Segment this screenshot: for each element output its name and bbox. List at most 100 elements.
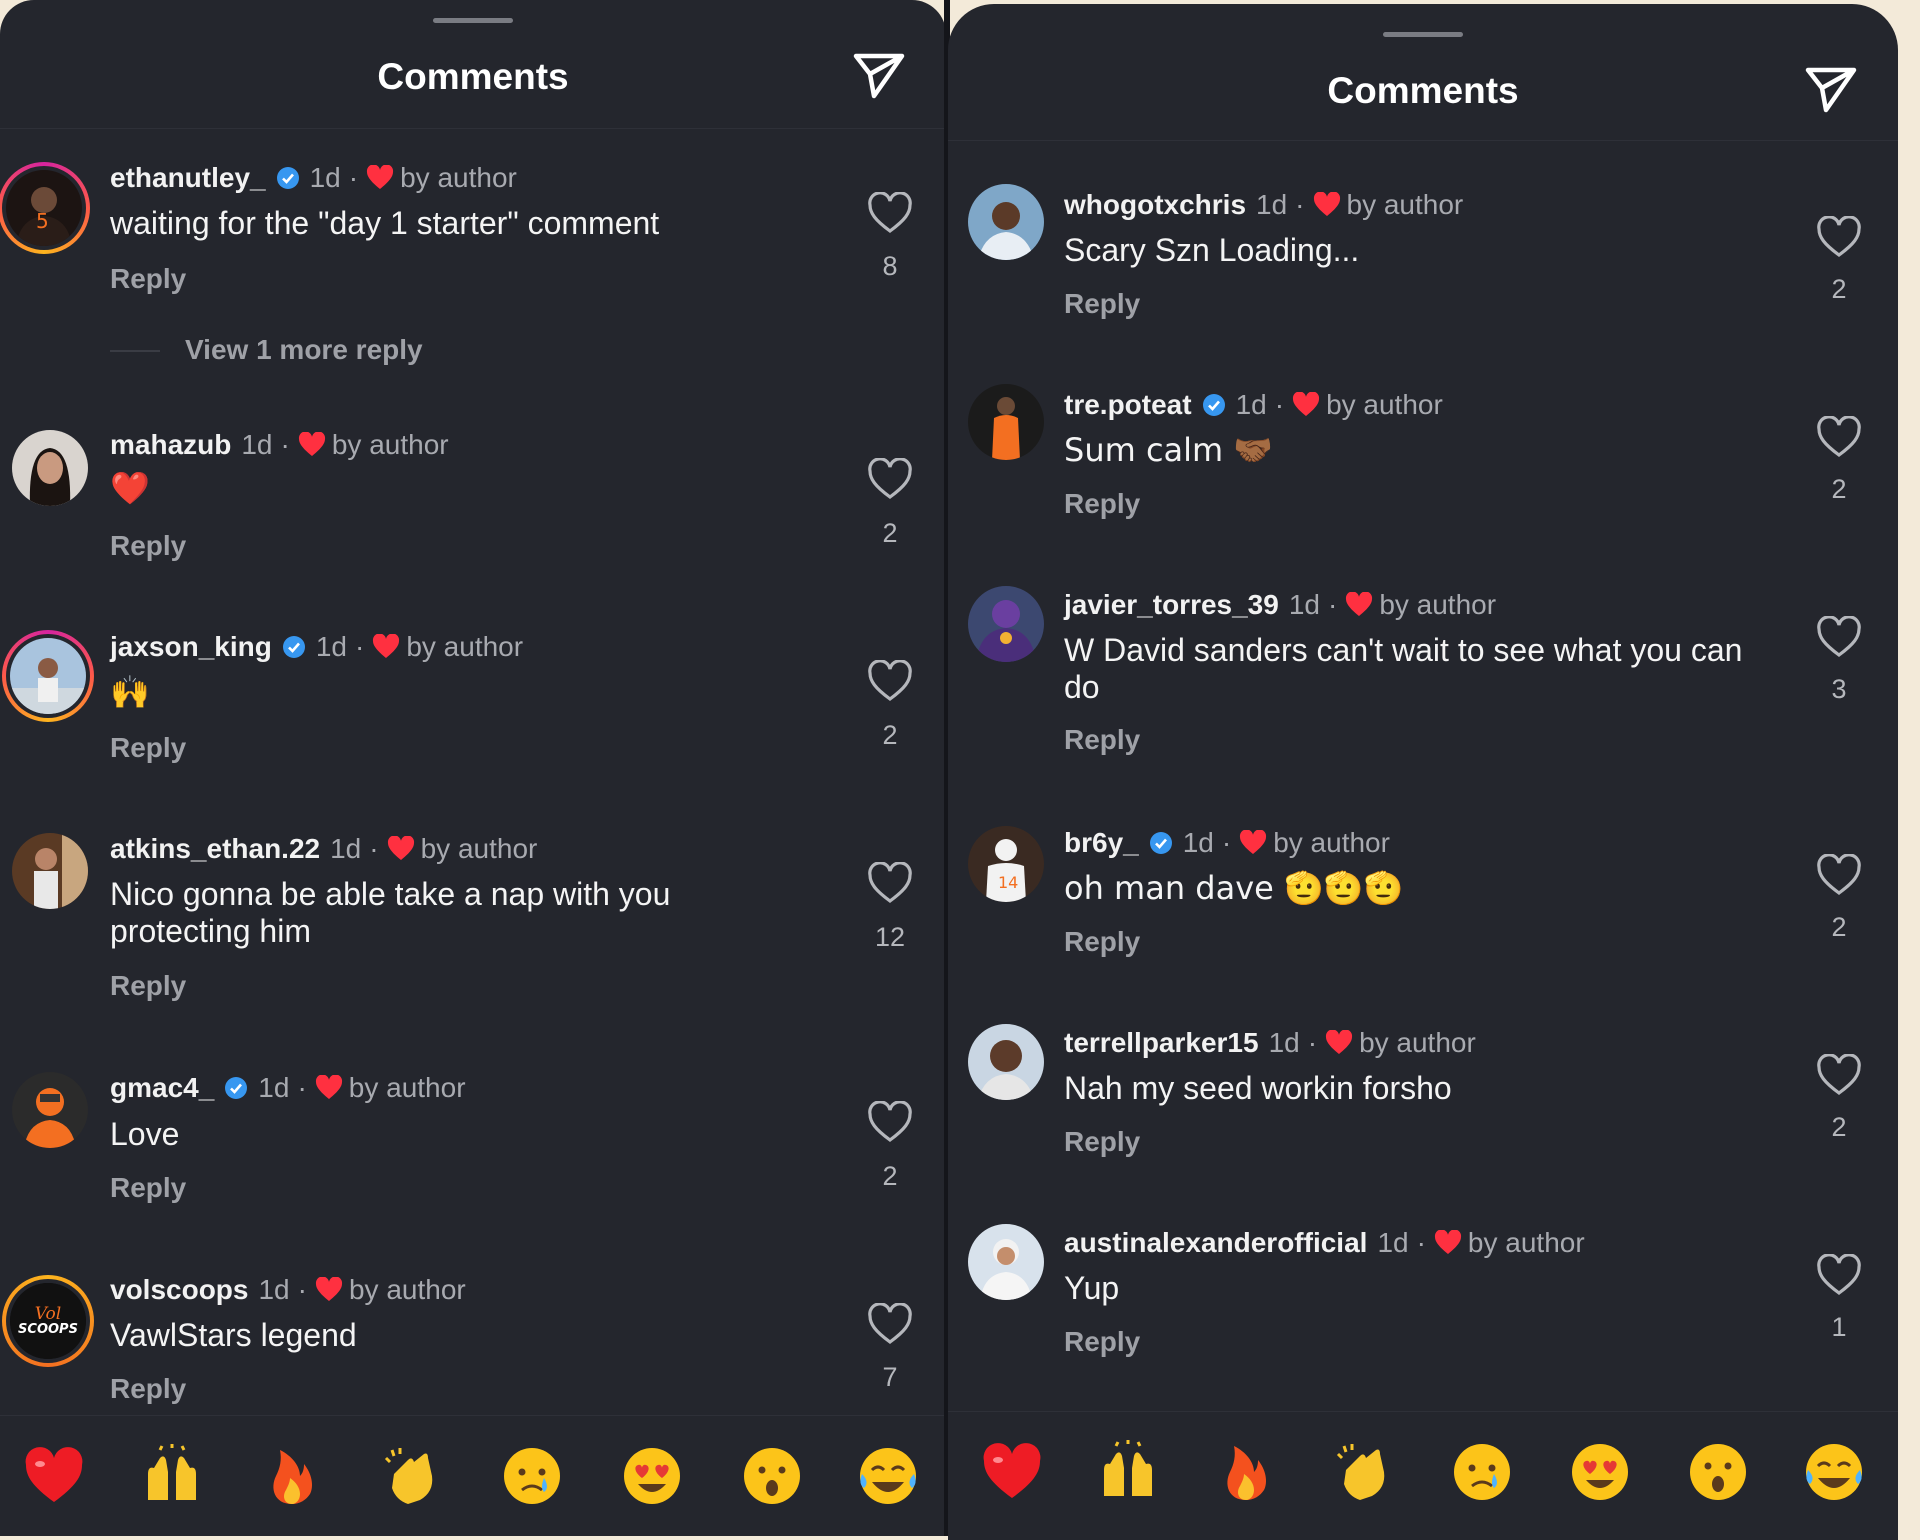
comments-panel-right: Comments whogotxchris 1d · by author Sca… — [948, 4, 1898, 1540]
reply-button[interactable]: Reply — [110, 1172, 186, 1204]
author-liked-heart-icon — [1434, 1230, 1461, 1254]
clapping-hands-icon[interactable] — [1332, 1440, 1396, 1504]
crying-face-icon[interactable] — [1450, 1440, 1514, 1504]
svg-text:5: 5 — [36, 209, 49, 233]
sheet-grab-handle[interactable] — [433, 18, 513, 23]
username[interactable]: ethanutley_ — [110, 161, 266, 195]
comment-text: Nah my seed workin forsho — [1064, 1070, 1452, 1106]
username[interactable]: austinalexanderofficial — [1064, 1226, 1367, 1260]
like-heart-icon[interactable] — [1816, 854, 1862, 896]
avatar[interactable] — [2, 630, 94, 722]
author-liked-heart-icon — [315, 1075, 342, 1099]
avatar[interactable] — [12, 1072, 88, 1148]
like-count: 1 — [1831, 1312, 1847, 1342]
username[interactable]: atkins_ethan.22 — [110, 832, 320, 866]
reply-button[interactable]: Reply — [1064, 288, 1140, 320]
username[interactable]: gmac4_ — [110, 1071, 214, 1105]
reply-button[interactable]: Reply — [110, 970, 186, 1002]
like-heart-icon[interactable] — [867, 192, 913, 234]
author-liked-heart-icon — [315, 1277, 342, 1301]
liked-by-author-label: by author — [348, 1072, 466, 1103]
username[interactable]: terrellparker15 — [1064, 1026, 1259, 1060]
red-heart-icon[interactable] — [22, 1444, 86, 1508]
avatar[interactable] — [968, 586, 1044, 662]
like-count: 2 — [882, 720, 898, 750]
verified-badge-icon — [225, 1077, 248, 1099]
author-liked-heart-icon — [1326, 1030, 1353, 1054]
comment-text: oh man dave 🫡🫡🫡 — [1064, 869, 1404, 907]
view-more-replies-button[interactable]: View 1 more reply — [185, 334, 423, 366]
reply-button[interactable]: Reply — [1064, 724, 1140, 756]
avatar[interactable] — [968, 384, 1044, 460]
avatar[interactable]: Vol SCOOPS — [2, 1275, 94, 1367]
avatar[interactable] — [968, 184, 1044, 260]
like-heart-icon[interactable] — [1816, 1054, 1862, 1096]
avatar[interactable] — [968, 1024, 1044, 1100]
username[interactable]: tre.poteat — [1064, 388, 1192, 422]
liked-by-author-label: by author — [1273, 827, 1390, 858]
reply-button[interactable]: Reply — [110, 263, 186, 295]
author-liked-heart-icon — [298, 432, 325, 456]
like-count: 2 — [1831, 274, 1847, 304]
comments-panel-left: Comments 5 ethanutley_ 1d · by author wa… — [0, 0, 946, 1536]
username[interactable]: whogotxchris — [1064, 188, 1246, 222]
reply-button[interactable]: Reply — [1064, 1126, 1140, 1158]
like-heart-icon[interactable] — [867, 1101, 913, 1143]
red-heart-icon[interactable] — [980, 1440, 1044, 1504]
reply-button[interactable]: Reply — [110, 1373, 186, 1405]
raising-hands-icon[interactable] — [140, 1444, 204, 1508]
surprised-face-icon[interactable] — [740, 1444, 804, 1508]
clapping-hands-icon[interactable] — [380, 1444, 444, 1508]
like-heart-icon[interactable] — [867, 660, 913, 702]
author-liked-heart-icon — [1346, 592, 1373, 616]
tears-of-joy-face-icon[interactable] — [856, 1444, 920, 1508]
surprised-face-icon[interactable] — [1686, 1440, 1750, 1504]
like-heart-icon[interactable] — [867, 458, 913, 500]
like-heart-icon[interactable] — [867, 1303, 913, 1345]
fire-icon[interactable] — [1214, 1440, 1278, 1504]
crying-face-icon[interactable] — [500, 1444, 564, 1508]
avatar-logo-text: SCOOPS — [18, 1322, 78, 1337]
username[interactable]: javier_torres_39 — [1064, 588, 1279, 622]
reply-button[interactable]: Reply — [110, 530, 186, 562]
author-liked-heart-icon — [1240, 830, 1267, 854]
avatar[interactable]: 14 — [968, 826, 1044, 902]
username[interactable]: volscoops — [110, 1273, 248, 1307]
author-liked-heart-icon — [367, 165, 394, 189]
heart-eyes-face-icon[interactable] — [1568, 1440, 1632, 1504]
avatar[interactable] — [12, 430, 88, 506]
username[interactable]: mahazub — [110, 428, 231, 462]
like-heart-icon[interactable] — [867, 862, 913, 904]
reply-button[interactable]: Reply — [110, 732, 186, 764]
username[interactable]: jaxson_king — [110, 630, 272, 664]
comment-time: 1d — [1288, 589, 1320, 620]
comment-text: 🙌 — [110, 673, 150, 711]
separator-dot: · — [1416, 1227, 1426, 1258]
liked-by-author-label: by author — [1379, 589, 1497, 620]
avatar[interactable]: 5 — [0, 162, 90, 254]
like-heart-icon[interactable] — [1816, 616, 1862, 658]
like-heart-icon[interactable] — [1816, 416, 1862, 458]
like-heart-icon[interactable] — [1816, 1254, 1862, 1296]
fire-icon[interactable] — [260, 1444, 324, 1508]
username[interactable]: br6y_ — [1064, 826, 1139, 860]
separator-dot: · — [297, 1072, 307, 1103]
avatar[interactable] — [12, 833, 88, 909]
like-heart-icon[interactable] — [1816, 216, 1862, 258]
liked-by-author-label: by author — [1359, 1027, 1476, 1058]
comment-time: 1d — [315, 631, 347, 662]
reply-button[interactable]: Reply — [1064, 926, 1140, 958]
share-send-icon[interactable] — [1804, 64, 1858, 114]
share-send-icon[interactable] — [852, 50, 906, 100]
reply-button[interactable]: Reply — [1064, 488, 1140, 520]
tears-of-joy-face-icon[interactable] — [1802, 1440, 1866, 1504]
sheet-grab-handle[interactable] — [1383, 32, 1463, 37]
comment-text: VawlStars legend — [110, 1317, 357, 1353]
raising-hands-icon[interactable] — [1096, 1440, 1160, 1504]
avatar[interactable] — [968, 1224, 1044, 1300]
liked-by-author-label: by author — [406, 631, 524, 662]
separator-dot: · — [1327, 589, 1338, 620]
reply-button[interactable]: Reply — [1064, 1326, 1140, 1358]
heart-eyes-face-icon[interactable] — [620, 1444, 684, 1508]
separator-dot: · — [355, 631, 365, 662]
